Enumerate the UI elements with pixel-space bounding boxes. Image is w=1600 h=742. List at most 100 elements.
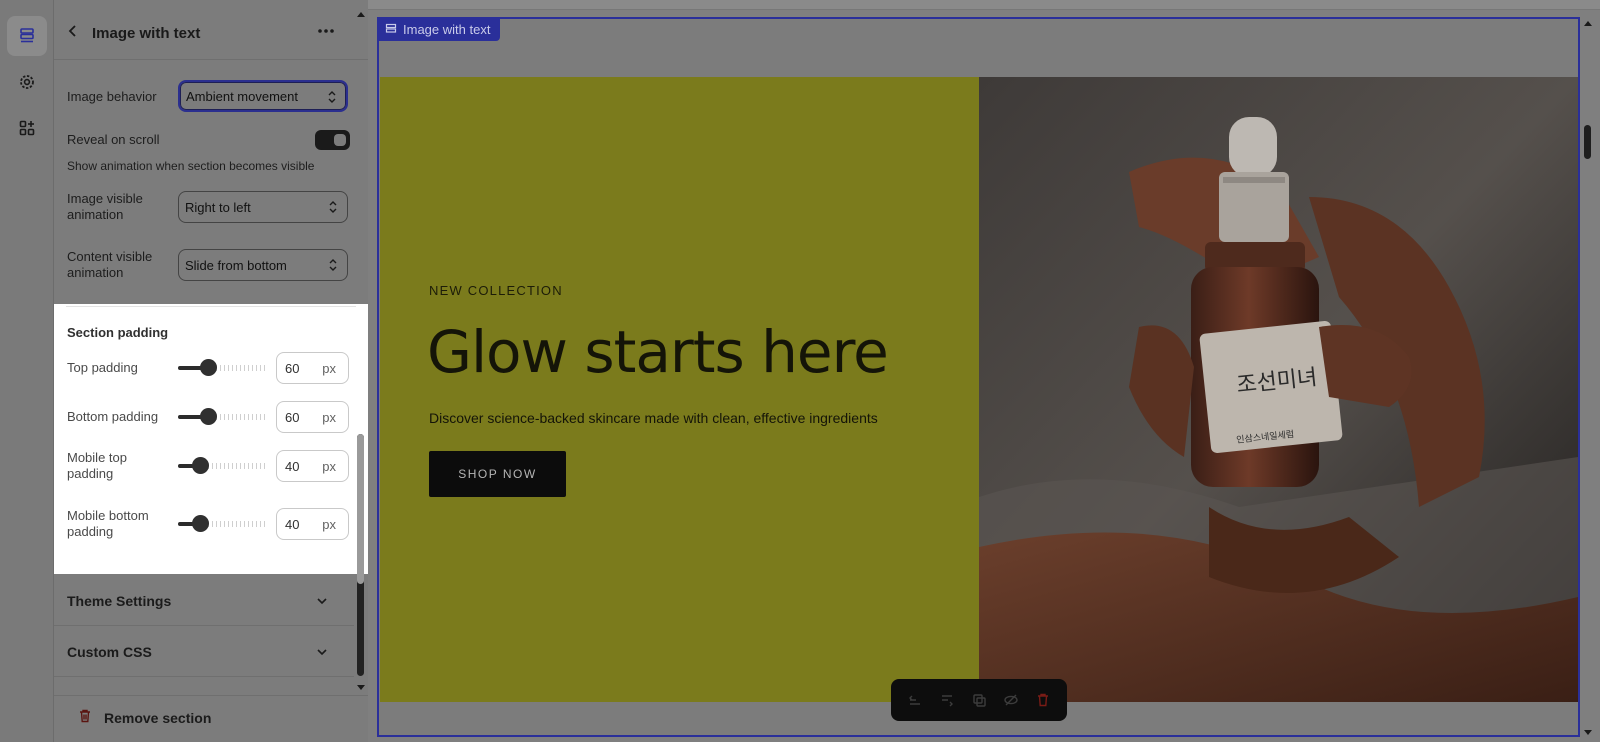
image-visible-animation-label: Image visible animation [67, 191, 143, 223]
padding-number-input[interactable]: 40 px [276, 450, 349, 482]
padding-number-input[interactable]: 60 px [276, 401, 349, 433]
remove-section-button[interactable]: Remove section [54, 695, 368, 742]
preview-scrollbar[interactable] [1580, 17, 1596, 737]
settings-panel: Image with text Image behavior Ambient m… [54, 0, 368, 742]
section-icon [385, 23, 397, 33]
slider-track [216, 365, 268, 371]
sections-icon [20, 28, 34, 43]
panel-header: Image with text [54, 0, 368, 60]
slider-track [208, 521, 268, 527]
padding-unit: px [322, 459, 336, 474]
custom-css-accordion[interactable]: Custom CSS [54, 627, 354, 677]
theme-settings-accordion[interactable]: Theme Settings [54, 576, 354, 626]
preview-topbar [368, 0, 1600, 10]
scroll-up-arrow[interactable] [1584, 21, 1592, 26]
text-block[interactable] [380, 77, 979, 702]
subtext[interactable]: Discover science-backed skincare made wi… [429, 410, 878, 426]
content-visible-animation-label: Content visible animation [67, 249, 152, 281]
label-line: Mobile bottom [67, 508, 149, 523]
label-line: Mobile top [67, 450, 127, 465]
label-line: animation [67, 265, 124, 280]
section-tag[interactable]: Image with text [377, 17, 501, 41]
image-behavior-value: Ambient movement [186, 88, 298, 104]
content-visible-animation-select[interactable]: Slide from bottom [178, 249, 348, 281]
toggle-knob [334, 134, 346, 146]
hide-button[interactable] [1002, 691, 1020, 709]
panel-scrollbar[interactable] [354, 10, 368, 690]
padding-unit: px [322, 410, 336, 425]
padding-value: 40 [285, 517, 300, 532]
image-visible-animation-select[interactable]: Right to left [178, 191, 348, 223]
sections-nav-button[interactable] [7, 16, 47, 56]
product-image[interactable]: 조선미녀 인삼스네일세럼 [979, 77, 1578, 702]
padding-row-label: Bottom padding [67, 409, 158, 425]
image-visible-animation-value: Right to left [185, 199, 251, 215]
image-behavior-label: Image behavior [67, 89, 157, 104]
label-line: animation [67, 207, 124, 222]
move-up-button[interactable] [906, 691, 924, 709]
custom-css-label: Custom CSS [67, 644, 152, 660]
scroll-down-arrow[interactable] [357, 685, 365, 690]
scroll-thumb-highlight [357, 434, 364, 584]
scroll-thumb[interactable] [1584, 125, 1591, 159]
padding-row-label: Mobile top padding [67, 450, 127, 482]
slider-thumb[interactable] [200, 359, 217, 376]
reveal-on-scroll-label: Reveal on scroll [67, 132, 160, 147]
reveal-on-scroll-help: Show animation when section becomes visi… [67, 159, 315, 173]
apps-icon [19, 120, 35, 136]
duplicate-button[interactable] [970, 691, 988, 709]
padding-row-label: Mobile bottom padding [67, 508, 149, 540]
slider-thumb[interactable] [200, 408, 217, 425]
padding-number-input[interactable]: 60 px [276, 352, 349, 384]
section-tag-label: Image with text [403, 21, 491, 37]
slider-track [216, 414, 268, 420]
reveal-on-scroll-toggle[interactable] [315, 130, 350, 150]
scroll-up-arrow[interactable] [357, 12, 365, 17]
trash-icon [80, 709, 90, 723]
padding-value: 60 [285, 410, 300, 425]
label-line: Top padding [67, 360, 138, 375]
select-chevron-icon [329, 201, 337, 213]
select-chevron-icon [329, 259, 337, 271]
padding-slider[interactable] [178, 457, 268, 474]
padding-slider[interactable] [178, 408, 268, 425]
panel-title: Image with text [92, 25, 201, 42]
label-line: padding [67, 524, 114, 539]
section-floating-toolbar [891, 679, 1067, 721]
padding-slider[interactable] [178, 359, 268, 376]
eyebrow-text[interactable]: NEW COLLECTION [429, 283, 563, 298]
padding-value: 40 [285, 459, 300, 474]
divider [66, 306, 356, 307]
slider-thumb[interactable] [192, 515, 209, 532]
move-down-button[interactable] [938, 691, 956, 709]
shop-now-button[interactable]: SHOP NOW [429, 451, 566, 497]
padding-unit: px [322, 517, 336, 532]
chevron-down-icon [317, 598, 327, 605]
padding-row-label: Top padding [67, 360, 138, 376]
content-visible-animation-value: Slide from bottom [185, 257, 287, 273]
more-options-icon[interactable] [316, 26, 336, 36]
eye-off-icon [1004, 694, 1018, 706]
padding-slider[interactable] [178, 515, 268, 532]
select-chevron-icon [328, 91, 336, 103]
label-line: Image visible [67, 191, 143, 206]
apps-nav-button[interactable] [7, 108, 47, 148]
slider-track [208, 463, 268, 469]
slider-thumb[interactable] [192, 457, 209, 474]
app-rail [0, 0, 54, 742]
image-behavior-select[interactable]: Ambient movement [178, 80, 348, 112]
headline[interactable]: Glow starts here [427, 318, 889, 386]
duplicate-icon [973, 694, 986, 707]
label-line: Bottom padding [67, 409, 159, 424]
gear-icon [20, 75, 34, 89]
serum-hand-illustration: 조선미녀 인삼스네일세럼 [979, 77, 1578, 702]
padding-value: 60 [285, 361, 300, 376]
chevron-left-icon[interactable] [66, 24, 80, 38]
padding-number-input[interactable]: 40 px [276, 508, 349, 540]
theme-settings-label: Theme Settings [67, 593, 172, 609]
settings-nav-button[interactable] [7, 62, 47, 102]
delete-button[interactable] [1034, 691, 1052, 709]
scroll-down-arrow[interactable] [1584, 730, 1592, 735]
label-line: Content visible [67, 249, 153, 264]
trash-icon [1038, 693, 1048, 707]
